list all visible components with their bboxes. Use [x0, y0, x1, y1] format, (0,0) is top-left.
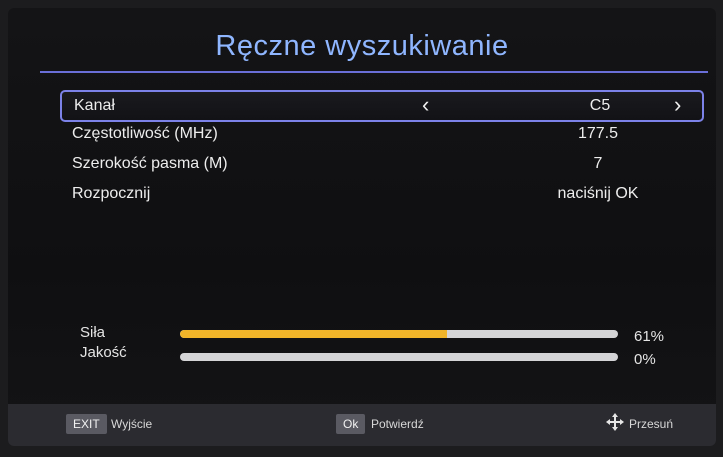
frequency-label: Częstotliwość (MHz)	[72, 125, 218, 142]
channel-value: C5	[589, 97, 611, 114]
move-hint: Przesuń	[629, 417, 674, 431]
quality-bar	[180, 353, 618, 361]
strength-percent: 61%	[634, 328, 665, 345]
setting-row-frequency[interactable]: Częstotliwość (MHz) 177.5	[60, 120, 700, 148]
confirm-hint: Potwierdź	[371, 417, 424, 431]
quality-label: Jakość	[80, 344, 127, 361]
chevron-right-icon[interactable]: ›	[674, 93, 681, 117]
chevron-left-icon[interactable]: ‹	[422, 93, 429, 117]
bandwidth-label: Szerokość pasma (M)	[72, 155, 228, 172]
footer-bar: EXIT Wyjście Ok Potwierdź Przesuń	[8, 404, 716, 446]
start-value: naciśnij OK	[557, 185, 639, 202]
page-title: Ręczne wyszukiwanie	[215, 30, 509, 62]
setting-row-channel[interactable]: Kanał ‹ C5 ›	[60, 90, 704, 122]
ok-key[interactable]: Ok	[336, 414, 366, 434]
setting-row-bandwidth[interactable]: Szerokość pasma (M) 7	[60, 150, 700, 178]
quality-percent: 0%	[634, 351, 656, 368]
setting-row-start[interactable]: Rozpocznij naciśnij OK	[60, 180, 700, 208]
tv-menu-screen: Ręczne wyszukiwanie Kanał ‹ C5 › Częstot…	[8, 8, 716, 446]
frequency-value: 177.5	[577, 125, 619, 142]
channel-label: Kanał	[74, 97, 115, 114]
title-divider	[40, 71, 708, 73]
exit-hint: Wyjście	[111, 417, 153, 431]
strength-label: Siła	[80, 324, 106, 341]
strength-bar	[180, 330, 618, 338]
exit-key[interactable]: EXIT	[66, 414, 107, 434]
start-label: Rozpocznij	[72, 185, 151, 202]
bandwidth-value: 7	[593, 155, 603, 172]
move-arrows-icon	[606, 413, 624, 431]
strength-bar-fill	[180, 330, 448, 338]
